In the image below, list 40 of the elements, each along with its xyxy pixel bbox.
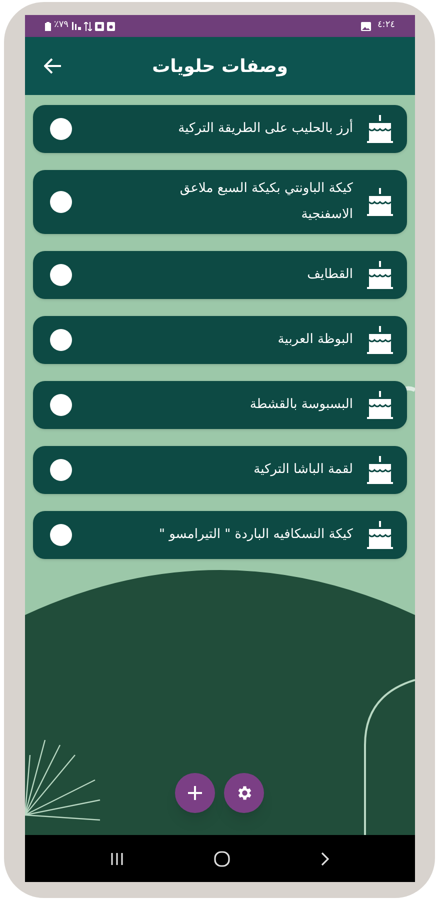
cake-icon <box>367 456 393 484</box>
radio-button[interactable] <box>50 329 72 351</box>
recipe-item[interactable]: البسبوسة بالقشطة <box>33 381 407 429</box>
cake-icon <box>367 115 393 143</box>
cake-icon <box>367 521 393 549</box>
recipe-item[interactable]: لقمة الباشا التركية <box>33 446 407 494</box>
recipe-title: كيكة النسكافيه الباردة " التيرامسو " <box>158 526 353 544</box>
screen-title: وصفات حلويات <box>152 54 288 78</box>
cake-icon <box>367 188 393 216</box>
cake-icon <box>367 391 393 419</box>
home-icon[interactable] <box>214 850 230 866</box>
radio-button[interactable] <box>50 264 72 286</box>
recents-icon[interactable] <box>110 852 124 866</box>
recipe-item[interactable]: البوظة العربية <box>33 316 407 364</box>
recipe-title: أرز بالحليب على الطريقة التركية <box>178 118 353 138</box>
recipe-title: البوظة العربية <box>278 331 353 349</box>
clock: ٤:٢٤ <box>377 19 395 32</box>
recipe-title: لقمة الباشا التركية <box>254 461 353 479</box>
battery-icon <box>45 22 51 30</box>
radio-button[interactable] <box>50 191 72 213</box>
recipe-item[interactable]: القطايف <box>33 251 407 299</box>
gallery-icon <box>361 22 372 30</box>
recipe-item[interactable]: كيكة الباونتي بكيكة السبع ملاعق الاسفنجية <box>33 170 407 234</box>
battery-percent: ٪٧٩ <box>54 19 69 32</box>
radio-button[interactable] <box>50 524 72 546</box>
recipe-title: البسبوسة بالقشطة <box>250 396 353 414</box>
radio-button[interactable] <box>50 394 72 416</box>
data-icon <box>84 22 92 30</box>
recipe-item[interactable]: أرز بالحليب على الطريقة التركية <box>33 105 407 153</box>
signal-icon <box>72 22 81 30</box>
cake-icon <box>367 261 393 289</box>
radio-button[interactable] <box>50 118 72 140</box>
recipe-title: كيكة الباونتي بكيكة السبع ملاعق الاسفنجية <box>178 180 353 224</box>
recipe-item[interactable]: كيكة النسكافيه الباردة " التيرامسو " <box>33 511 407 559</box>
recipe-title: القطايف <box>307 266 353 284</box>
radio-button[interactable] <box>50 459 72 481</box>
plus-icon <box>188 786 202 800</box>
back-icon[interactable] <box>320 852 330 866</box>
cake-icon <box>367 326 393 354</box>
back-arrow-icon <box>44 58 62 74</box>
